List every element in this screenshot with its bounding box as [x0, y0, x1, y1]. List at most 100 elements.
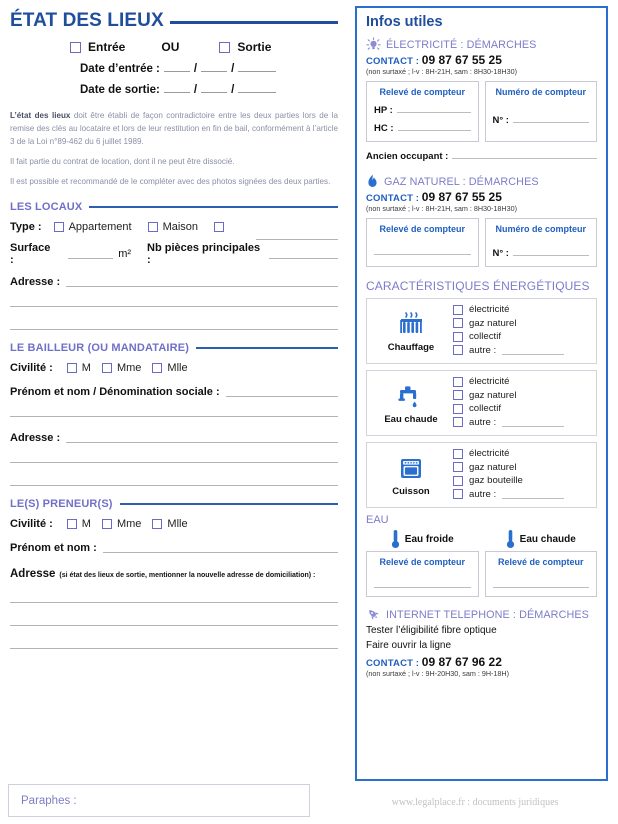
- label-preneur-m: M: [81, 517, 91, 530]
- ancien-occupant-input[interactable]: [452, 149, 597, 159]
- checkbox-preneur-m[interactable]: [66, 518, 77, 529]
- checkbox-chauffage-collectif[interactable]: [453, 331, 463, 342]
- surface-input[interactable]: [68, 248, 114, 260]
- preneur-address-input-3[interactable]: [10, 647, 338, 649]
- checkbox-chauffage-gaz-naturel[interactable]: [453, 318, 463, 328]
- cuisson-option-gaz-bouteille[interactable]: gaz bouteille: [453, 475, 590, 486]
- cuisson-autre-input[interactable]: [502, 490, 565, 499]
- paraphes-label: Paraphes :: [21, 794, 77, 807]
- date-entree-label: Date d’entrée :: [80, 63, 160, 75]
- checkbox-maison[interactable]: [147, 221, 158, 232]
- gaz-number-input[interactable]: [512, 246, 589, 256]
- gaz-reading-box: Relevé de compteur: [366, 218, 479, 267]
- checkbox-chauffage-autre[interactable]: [453, 345, 463, 355]
- option-bailleur-m[interactable]: M: [66, 362, 91, 374]
- hc-input[interactable]: [397, 121, 471, 131]
- chauffage-option-gaz-naturel[interactable]: gaz naturel: [453, 318, 590, 329]
- label-bailleur-mlle: Mlle: [167, 361, 188, 374]
- date-entree-year-field[interactable]: [238, 71, 277, 72]
- checkbox-eau-chaude-autre[interactable]: [453, 417, 463, 427]
- type-other-field[interactable]: [256, 239, 338, 240]
- eau-chaude-option-gaz-naturel[interactable]: gaz naturel: [453, 390, 590, 401]
- checkbox-eau-chaude-electricite[interactable]: [453, 376, 463, 387]
- locaux-address-label: Adresse :: [10, 275, 61, 288]
- checkbox-sortie[interactable]: [219, 41, 231, 53]
- checkbox-preneur-mlle[interactable]: [152, 518, 163, 529]
- chauffage-option-electricite[interactable]: électricité: [453, 304, 590, 315]
- preneur-name-input[interactable]: [102, 542, 338, 554]
- preneur-civilite-row: Civilité : M Mme Mlle: [10, 518, 338, 530]
- eau-froide-input[interactable]: [374, 578, 471, 588]
- option-preneur-mme[interactable]: Mme: [101, 518, 141, 530]
- option-appartement[interactable]: Appartement: [53, 221, 132, 233]
- option-bailleur-mme[interactable]: Mme: [101, 362, 141, 374]
- checkbox-bailleur-m[interactable]: [66, 362, 77, 373]
- section-header-bailleur: LE BAILLEUR (OU MANDATAIRE): [10, 342, 338, 354]
- elec-number-input[interactable]: [512, 113, 589, 123]
- checkbox-preneur-mme[interactable]: [101, 518, 112, 529]
- electricite-phone: 09 87 67 55 25: [421, 53, 502, 67]
- section-title-preneurs: LE(S) PRENEUR(S): [10, 497, 113, 510]
- checkbox-type-other[interactable]: [214, 221, 225, 232]
- eau-chaude-option-electricite[interactable]: électricité: [453, 376, 590, 387]
- chauffage-options: électricité gaz naturel collectif autre …: [449, 304, 590, 358]
- cuisson-option-autre[interactable]: autre :: [453, 489, 590, 500]
- hc-label: HC :: [374, 123, 394, 134]
- chauffage-autre-input[interactable]: [502, 346, 565, 355]
- paraphes-box[interactable]: Paraphes :: [8, 784, 310, 817]
- meter-reading-title: Relevé de compteur: [379, 224, 466, 234]
- locaux-address-input-3[interactable]: [10, 328, 338, 330]
- date-separator: /: [231, 84, 235, 96]
- option-bailleur-mlle[interactable]: Mlle: [152, 361, 188, 374]
- checkbox-cuisson-gaz-naturel[interactable]: [453, 462, 463, 472]
- eau-chaude-input[interactable]: [492, 578, 589, 588]
- date-separator: /: [231, 63, 235, 75]
- rooms-label: Nb pièces principales :: [147, 241, 261, 266]
- eau-chaude-autre-input[interactable]: [502, 418, 565, 427]
- checkbox-bailleur-mme[interactable]: [101, 362, 112, 373]
- date-sortie-year-field[interactable]: [238, 92, 277, 93]
- preneur-address-input-1[interactable]: [10, 601, 338, 603]
- bailleur-address-input-3[interactable]: [10, 484, 338, 486]
- electricite-reading-box: Relevé de compteur HP : HC :: [366, 81, 479, 142]
- checkbox-eau-chaude-collectif[interactable]: [453, 403, 463, 414]
- rooms-input[interactable]: [269, 248, 338, 260]
- checkbox-appartement[interactable]: [53, 221, 64, 232]
- legal-paragraph-2: Il fait partie du contrat de location, d…: [10, 157, 235, 167]
- checkbox-chauffage-electricite[interactable]: [453, 304, 463, 315]
- checkbox-cuisson-electricite[interactable]: [453, 448, 463, 459]
- bailleur-address-input-1[interactable]: [66, 432, 338, 444]
- checkbox-eau-chaude-gaz-naturel[interactable]: [453, 390, 463, 400]
- eau-chaude-option-collectif[interactable]: collectif: [453, 403, 590, 414]
- internet-hours: (non surtaxé ; l-v : 9H-20H30, sam : 9H-…: [366, 669, 510, 678]
- date-sortie-day-field[interactable]: [163, 92, 190, 93]
- chauffage-option-collectif[interactable]: collectif: [453, 331, 590, 342]
- bailleur-name-input-1[interactable]: [225, 386, 338, 398]
- eau-chaude-option-autre[interactable]: autre :: [453, 417, 590, 428]
- checkbox-cuisson-autre[interactable]: [453, 489, 463, 499]
- cuisson-option-gaz-naturel[interactable]: gaz naturel: [453, 462, 590, 473]
- chauffage-label: Chauffage: [387, 341, 435, 353]
- locaux-address-input-2[interactable]: [10, 305, 338, 307]
- eau-chaude-options: électricité gaz naturel collectif autre …: [449, 376, 590, 430]
- checkbox-cuisson-gaz-bouteille[interactable]: [453, 475, 463, 486]
- hp-input[interactable]: [396, 103, 471, 113]
- caracteristique-eau-chaude: Eau chaude électricité gaz naturel colle…: [366, 370, 597, 436]
- bailleur-address-input-2[interactable]: [10, 461, 338, 463]
- date-entree-day-field[interactable]: [163, 71, 190, 72]
- option-preneur-mlle[interactable]: Mlle: [152, 518, 188, 530]
- gaz-reading-input[interactable]: [374, 245, 471, 255]
- checkbox-entree[interactable]: [70, 41, 81, 53]
- bailleur-name-input-2[interactable]: [10, 415, 338, 417]
- preneur-address-input-2[interactable]: [10, 624, 338, 626]
- chauffage-option-autre[interactable]: autre :: [453, 345, 590, 356]
- option-preneur-m[interactable]: M: [66, 517, 91, 530]
- eau-headers: Eau froide Eau chaude: [366, 529, 597, 549]
- date-sortie-month-field[interactable]: [201, 92, 228, 93]
- option-maison[interactable]: Maison: [147, 221, 198, 233]
- locaux-address-input-1[interactable]: [66, 276, 338, 288]
- cuisson-option-electricite[interactable]: électricité: [453, 448, 590, 459]
- internet-line-1: Tester l’éligibilité fibre optique: [366, 625, 497, 636]
- checkbox-bailleur-mlle[interactable]: [152, 362, 163, 373]
- date-entree-month-field[interactable]: [201, 71, 228, 72]
